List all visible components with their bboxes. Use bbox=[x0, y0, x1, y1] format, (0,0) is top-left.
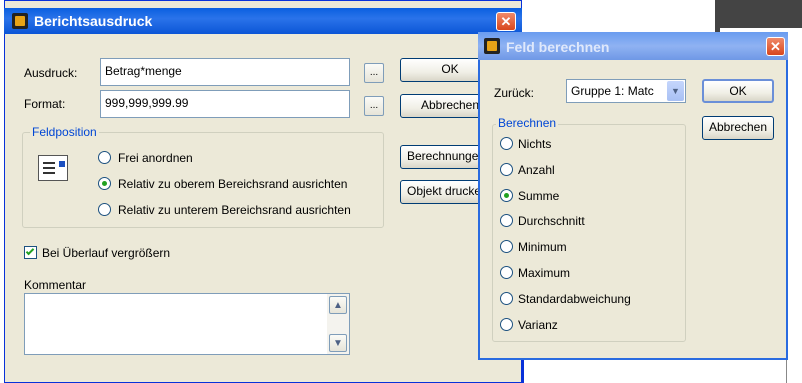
expression-label: Ausdruck: bbox=[24, 66, 78, 80]
app-icon bbox=[12, 13, 28, 29]
radio-bottom-label: Relativ zu unterem Bereichsrand ausricht… bbox=[118, 203, 351, 217]
reset-dropdown[interactable]: Gruppe 1: Matc ▼ bbox=[566, 79, 686, 103]
calc-option-radio[interactable] bbox=[500, 188, 513, 202]
comment-label: Kommentar bbox=[24, 278, 87, 292]
calc-option-radio[interactable] bbox=[500, 266, 513, 279]
stretch-checkbox[interactable] bbox=[24, 246, 37, 259]
comment-scrollbar[interactable]: ▲ ▼ bbox=[327, 294, 349, 354]
radio-free-label: Frei anordnen bbox=[118, 151, 193, 165]
expression-input[interactable]: Betrag*menge bbox=[100, 58, 350, 86]
format-browse-button[interactable]: ... bbox=[364, 96, 384, 116]
calc-option-radio[interactable] bbox=[500, 317, 513, 331]
radio-top-label: Relativ zu oberem Bereichsrand ausrichte… bbox=[118, 177, 348, 191]
radio-free[interactable] bbox=[98, 151, 111, 164]
calc-option-label: Nichts bbox=[518, 137, 552, 151]
calc-option-label: Minimum bbox=[518, 240, 567, 255]
calculate-field-titlebar: Feld berechnen bbox=[478, 32, 788, 60]
close-icon[interactable]: ✕ bbox=[496, 12, 516, 31]
format-label: Format: bbox=[24, 97, 66, 111]
background-window-frame bbox=[715, 0, 802, 28]
expression-browse-button[interactable]: ... bbox=[364, 63, 384, 83]
report-expression-titlebar: Berichtsausdruck bbox=[4, 8, 522, 34]
calc-ok-button[interactable]: OK bbox=[702, 79, 774, 103]
calculate-group-label: Berechnen bbox=[496, 116, 559, 130]
reset-dropdown-value: Gruppe 1: Matc bbox=[571, 84, 654, 98]
app-icon bbox=[484, 38, 500, 54]
calc-option-label: Varianz bbox=[518, 317, 558, 332]
chevron-down-icon[interactable]: ▼ bbox=[667, 81, 684, 101]
scroll-up-icon[interactable]: ▲ bbox=[329, 296, 347, 314]
reset-label: Zurück: bbox=[494, 86, 535, 100]
format-input[interactable]: 999,999,999.99 bbox=[100, 90, 350, 118]
calc-option-label: Standardabweichung bbox=[518, 291, 631, 306]
calc-option-label: Maximum bbox=[518, 266, 571, 280]
calc-option-radio[interactable] bbox=[500, 291, 513, 305]
field-position-icon bbox=[38, 155, 68, 181]
calculate-group bbox=[492, 124, 686, 342]
calc-option-label: Anzahl bbox=[518, 162, 555, 177]
calc-cancel-button[interactable]: Abbrechen bbox=[702, 116, 774, 140]
background-window-right bbox=[786, 60, 802, 383]
scroll-down-icon[interactable]: ▼ bbox=[329, 334, 347, 352]
calc-option-radio[interactable] bbox=[500, 137, 513, 150]
calc-option-radio[interactable] bbox=[500, 162, 513, 176]
radio-bottom[interactable] bbox=[98, 203, 111, 216]
calc-option-label: Durchschnitt bbox=[518, 214, 585, 229]
radio-top[interactable] bbox=[98, 177, 111, 190]
calc-close-icon[interactable]: ✕ bbox=[766, 37, 785, 56]
dialog-title: Berichtsausdruck bbox=[34, 13, 153, 29]
field-position-group-label: Feldposition bbox=[30, 125, 99, 139]
check-icon bbox=[25, 246, 35, 256]
comment-textarea[interactable] bbox=[24, 293, 350, 355]
calc-option-label: Summe bbox=[518, 188, 560, 203]
background-window-bottom bbox=[522, 360, 722, 383]
stretch-checkbox-label: Bei Überlauf vergrößern bbox=[42, 246, 171, 260]
calculate-dialog-title: Feld berechnen bbox=[506, 39, 610, 55]
